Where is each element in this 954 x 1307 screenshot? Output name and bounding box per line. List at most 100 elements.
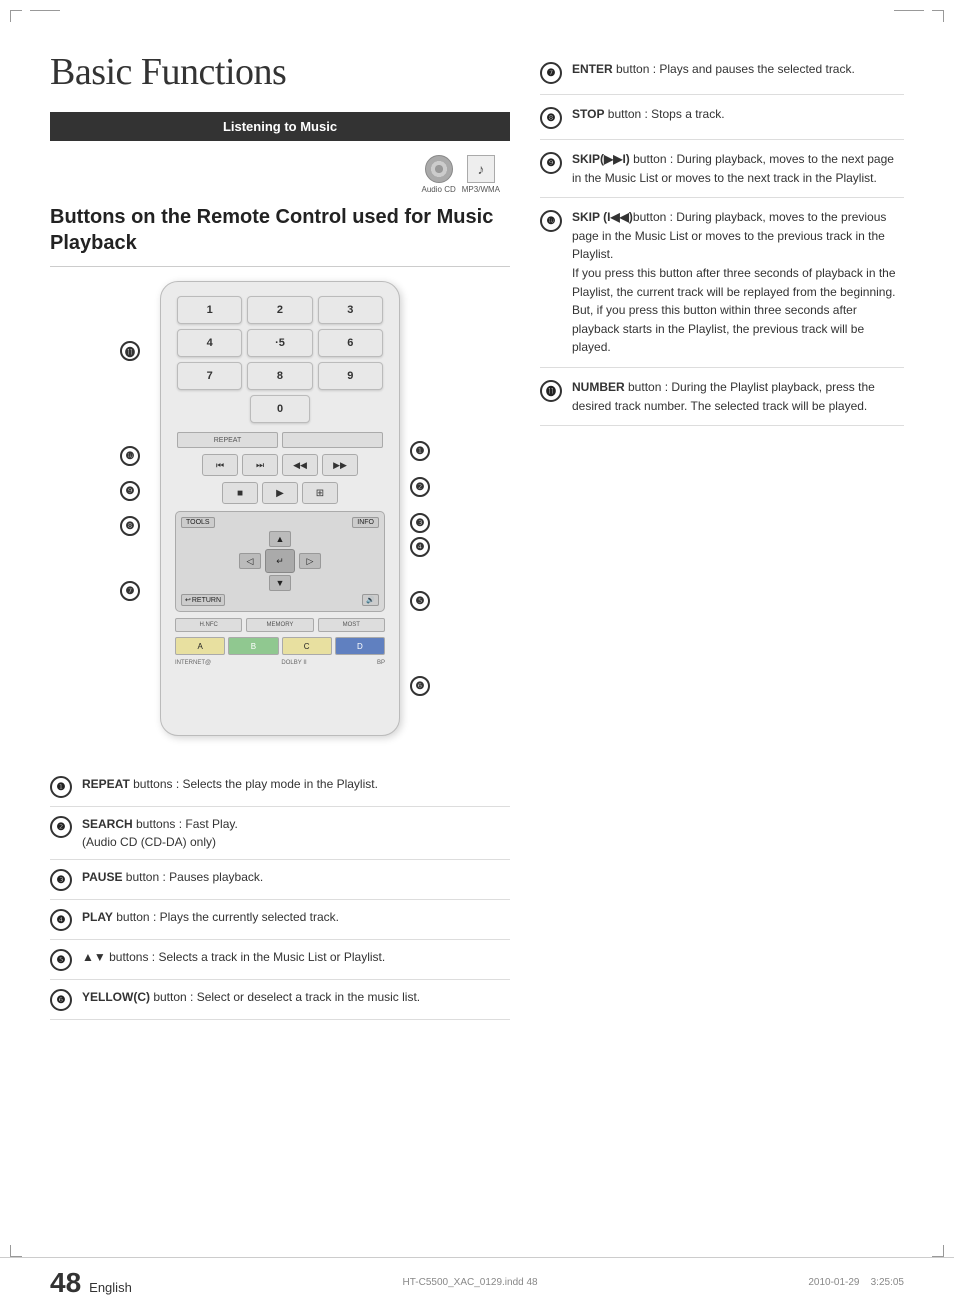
callout-8-on-remote: ❽ xyxy=(120,516,140,536)
info-btn: INFO xyxy=(352,517,379,528)
zero-row: 0 xyxy=(177,395,383,423)
key-2: 2 xyxy=(247,296,312,324)
vol-btn: 🔊 xyxy=(362,594,379,606)
return-vol-row: ↩ RETURN 🔊 xyxy=(181,594,379,606)
search-fwd-btn: ▶▶ xyxy=(322,454,358,476)
desc-row-5: ❺ ▲▼ buttons : Selects a track in the Mu… xyxy=(50,940,510,980)
top-line-left xyxy=(30,10,60,11)
right-desc-text-7: ENTER button : Plays and pauses the sele… xyxy=(572,60,855,79)
desc-row-2: ❷ SEARCH buttons : Fast Play.(Audio CD (… xyxy=(50,807,510,860)
key-4: 4 xyxy=(177,329,242,357)
desc-row-1: ❶ REPEAT buttons : Selects the play mode… xyxy=(50,767,510,807)
playlist-btn: ⊞ xyxy=(302,482,338,504)
right-desc-row-9: ❾ SKIP(▶▶I) button : During playback, mo… xyxy=(540,140,904,198)
page-wrapper: Basic Functions Listening to Music Audio… xyxy=(0,0,954,1307)
remote-diagram: 1 2 3 4 ·5 6 7 8 9 0 xyxy=(90,281,470,751)
key-8: 8 xyxy=(247,362,312,390)
search-back-btn: ◀◀ xyxy=(282,454,318,476)
left-desc-table: ❶ REPEAT buttons : Selects the play mode… xyxy=(50,767,510,1020)
bp-label: BP xyxy=(377,660,385,666)
desc-row-4: ❹ PLAY button : Plays the currently sele… xyxy=(50,900,510,940)
footer-filename: HT-C5500_XAC_0129.indd 48 xyxy=(403,1277,538,1288)
callout-4-on-remote: ❹ xyxy=(410,537,430,557)
nav-left-btn: ◁ xyxy=(239,553,261,569)
c-btn: C xyxy=(282,637,332,655)
memory-btn: MEMORY xyxy=(246,618,313,632)
mp3-icon: ♪ MP3/WMA xyxy=(462,155,500,194)
right-desc-text-8: STOP button : Stops a track. xyxy=(572,105,725,124)
footer-right: 2010-01-29 3:25:05 xyxy=(808,1277,904,1288)
key-0: 0 xyxy=(250,395,310,423)
key-9: 9 xyxy=(318,362,383,390)
return-btn: ↩ RETURN xyxy=(181,594,225,606)
callout-10-on-remote: ❿ xyxy=(120,446,140,466)
right-desc-row-10: ❿ SKIP (I◀◀)button : During playback, mo… xyxy=(540,198,904,368)
desc-text-3: PAUSE button : Pauses playback. xyxy=(82,868,263,886)
key-7: 7 xyxy=(177,362,242,390)
footer-time: 3:25:05 xyxy=(871,1277,904,1288)
desc-num-4: ❹ xyxy=(50,909,72,931)
right-desc-row-8: ❽ STOP button : Stops a track. xyxy=(540,95,904,140)
above-transport-row: REPEAT xyxy=(161,429,399,451)
desc-num-5: ❺ xyxy=(50,949,72,971)
corner-mark-tl xyxy=(10,10,22,22)
section-header: Listening to Music xyxy=(50,112,510,141)
callout-11-on-remote: ⓫ xyxy=(120,341,140,361)
hnfc-btn: H.NFC xyxy=(175,618,242,632)
top-line-right xyxy=(894,10,924,11)
stop-btn: ■ xyxy=(222,482,258,504)
desc-text-1: REPEAT buttons : Selects the play mode i… xyxy=(82,775,378,793)
callout-3-on-remote: ❸ xyxy=(410,513,430,533)
tools-btn: TOOLS xyxy=(181,517,215,528)
icons-row: Audio CD ♪ MP3/WMA xyxy=(50,155,510,194)
key-1: 1 xyxy=(177,296,242,324)
page-footer: 48 English HT-C5500_XAC_0129.indd 48 201… xyxy=(0,1257,954,1307)
blue-btn: D xyxy=(335,637,385,655)
music-note-icon: ♪ xyxy=(467,155,495,183)
nav-mid-row: ◁ ↵ ▷ xyxy=(181,549,379,573)
key-6: 6 xyxy=(318,329,383,357)
numpad-grid: 1 2 3 4 ·5 6 7 8 9 xyxy=(177,296,383,390)
desc-num-1: ❶ xyxy=(50,776,72,798)
footer-date: 2010-01-29 xyxy=(808,1277,859,1288)
corner-mark-bl xyxy=(10,1245,22,1257)
footer-left: 48 English xyxy=(50,1267,132,1299)
right-desc-num-7: ❼ xyxy=(540,62,562,84)
section-subtitle: Buttons on the Remote Control used for M… xyxy=(50,204,510,267)
transport-row: ⏮ ⏭ ◀◀ ▶▶ xyxy=(161,451,399,479)
right-desc-num-11: ⓫ xyxy=(540,380,562,402)
audio-cd-label: Audio CD xyxy=(422,185,456,194)
right-column: ❼ ENTER button : Plays and pauses the se… xyxy=(530,50,904,1020)
most-btn: MOST xyxy=(318,618,385,632)
right-desc-num-10: ❿ xyxy=(540,210,562,232)
key-5: ·5 xyxy=(247,329,312,357)
corner-mark-tr xyxy=(932,10,944,22)
right-desc-row-7: ❼ ENTER button : Plays and pauses the se… xyxy=(540,50,904,95)
repeat-btn: REPEAT xyxy=(177,432,278,448)
key-3: 3 xyxy=(318,296,383,324)
play-row: ■ ▶ ⊞ xyxy=(161,479,399,507)
mp3-label: MP3/WMA xyxy=(462,185,500,194)
desc-num-6: ❻ xyxy=(50,989,72,1011)
right-desc-row-11: ⓫ NUMBER button : During the Playlist pl… xyxy=(540,368,904,426)
right-desc-text-10: SKIP (I◀◀)button : During playback, move… xyxy=(572,208,904,357)
green-btn: B xyxy=(228,637,278,655)
bottom-labels: INTERNET@ DOLBY II BP xyxy=(161,658,399,668)
left-column: Basic Functions Listening to Music Audio… xyxy=(50,50,510,1020)
nav-right-btn: ▷ xyxy=(299,553,321,569)
remote-numpad: 1 2 3 4 ·5 6 7 8 9 0 xyxy=(161,282,399,429)
right-desc-num-9: ❾ xyxy=(540,152,562,174)
right-desc-text-9: SKIP(▶▶I) button : During playback, move… xyxy=(572,150,904,187)
spacer1 xyxy=(282,432,383,448)
nav-enter-btn: ↵ xyxy=(265,549,295,573)
right-desc-text-11: NUMBER button : During the Playlist play… xyxy=(572,378,904,415)
callout-2-on-remote: ❷ xyxy=(410,477,430,497)
callout-5-on-remote: ❺ xyxy=(410,591,430,611)
page-number: 48 xyxy=(50,1267,81,1299)
callout-6-on-remote: ❻ xyxy=(410,676,430,696)
desc-text-2: SEARCH buttons : Fast Play.(Audio CD (CD… xyxy=(82,815,238,851)
nav-up-btn: ▲ xyxy=(269,531,291,547)
main-content: Basic Functions Listening to Music Audio… xyxy=(0,20,954,1040)
corner-mark-br xyxy=(932,1245,944,1257)
page-language: English xyxy=(89,1280,132,1295)
